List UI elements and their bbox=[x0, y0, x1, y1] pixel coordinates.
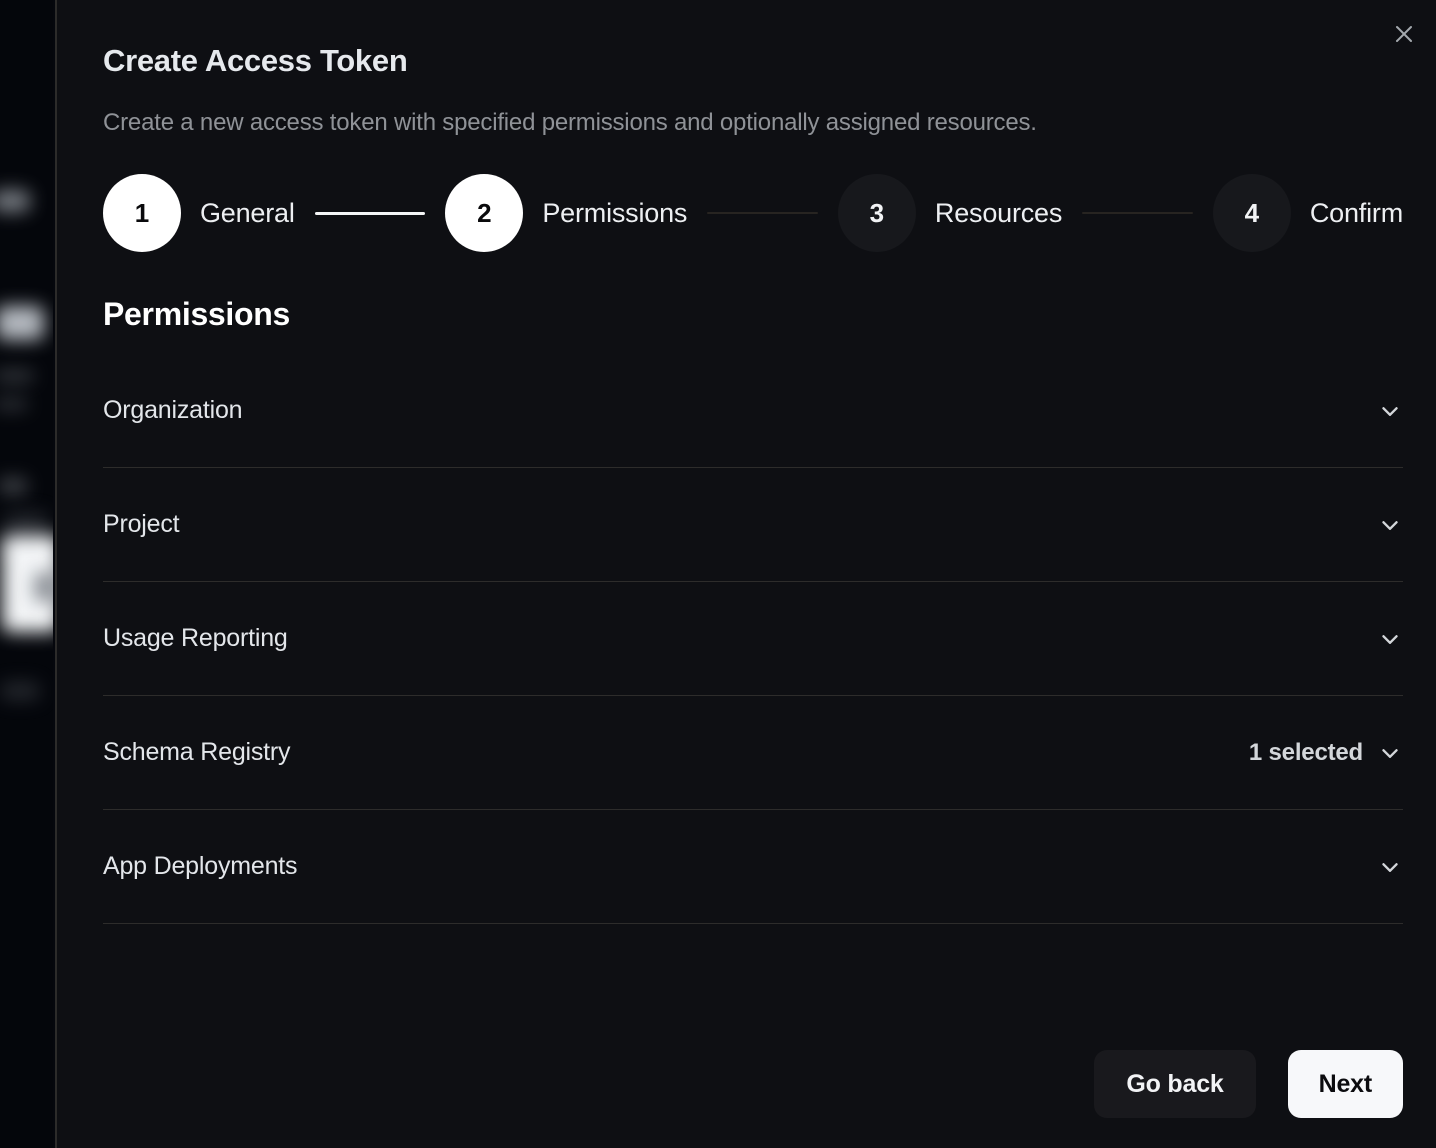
go-back-button[interactable]: Go back bbox=[1094, 1050, 1255, 1118]
permission-row-label: Schema Registry bbox=[103, 738, 290, 767]
permission-row-schema-registry[interactable]: Schema Registry 1 selected bbox=[103, 696, 1403, 810]
step-number-badge: 1 bbox=[103, 174, 181, 252]
step-number-badge: 3 bbox=[838, 174, 916, 252]
create-access-token-modal: Create Access Token Create a new access … bbox=[55, 0, 1436, 1148]
step-label: Confirm bbox=[1310, 198, 1403, 229]
wizard-stepper: 1 General 2 Permissions 3 Resources 4 Co… bbox=[103, 174, 1403, 252]
selected-count: 1 selected bbox=[1249, 739, 1363, 767]
chevron-down-icon bbox=[1377, 512, 1403, 538]
permission-row-project[interactable]: Project bbox=[103, 468, 1403, 582]
permission-row-app-deployments[interactable]: App Deployments bbox=[103, 810, 1403, 924]
step-connector-upcoming bbox=[1082, 212, 1193, 214]
background-blur-heading bbox=[0, 306, 44, 340]
background-blur-card-notch bbox=[34, 572, 53, 602]
chevron-down-icon bbox=[1377, 626, 1403, 652]
background-blur-text bbox=[0, 190, 30, 212]
background-blur-text bbox=[0, 478, 28, 494]
chevron-down-icon bbox=[1377, 740, 1403, 766]
chevron-down-icon bbox=[1377, 398, 1403, 424]
permission-row-label: Usage Reporting bbox=[103, 624, 288, 653]
step-label: General bbox=[200, 198, 295, 229]
step-resources[interactable]: 3 Resources bbox=[838, 174, 1062, 252]
modal-footer: Go back Next bbox=[1094, 1050, 1403, 1118]
next-button[interactable]: Next bbox=[1288, 1050, 1403, 1118]
step-connector-complete bbox=[315, 212, 426, 215]
permission-row-label: Organization bbox=[103, 396, 242, 425]
step-connector-upcoming bbox=[707, 212, 818, 214]
permission-row-usage-reporting[interactable]: Usage Reporting bbox=[103, 582, 1403, 696]
step-label: Permissions bbox=[542, 198, 687, 229]
permission-row-label: Project bbox=[103, 510, 179, 539]
modal-subtitle: Create a new access token with specified… bbox=[103, 108, 1403, 138]
step-number-badge: 2 bbox=[445, 174, 523, 252]
chevron-down-icon bbox=[1377, 854, 1403, 880]
permission-row-organization[interactable]: Organization bbox=[103, 354, 1403, 468]
background-blur-line bbox=[0, 398, 28, 410]
permissions-heading: Permissions bbox=[103, 294, 1403, 334]
close-button[interactable] bbox=[1390, 20, 1418, 48]
background-page bbox=[0, 0, 53, 1148]
close-icon bbox=[1392, 22, 1416, 46]
permission-groups-list: Organization Project Usage Reporting Sch… bbox=[103, 354, 1403, 924]
step-number-badge: 4 bbox=[1213, 174, 1291, 252]
step-general[interactable]: 1 General bbox=[103, 174, 295, 252]
background-blur-text bbox=[0, 682, 40, 700]
step-permissions[interactable]: 2 Permissions bbox=[445, 174, 687, 252]
step-label: Resources bbox=[935, 198, 1062, 229]
modal-title: Create Access Token bbox=[103, 42, 1403, 80]
permission-row-label: App Deployments bbox=[103, 852, 297, 881]
background-blur-line bbox=[0, 370, 34, 382]
step-confirm[interactable]: 4 Confirm bbox=[1213, 174, 1403, 252]
